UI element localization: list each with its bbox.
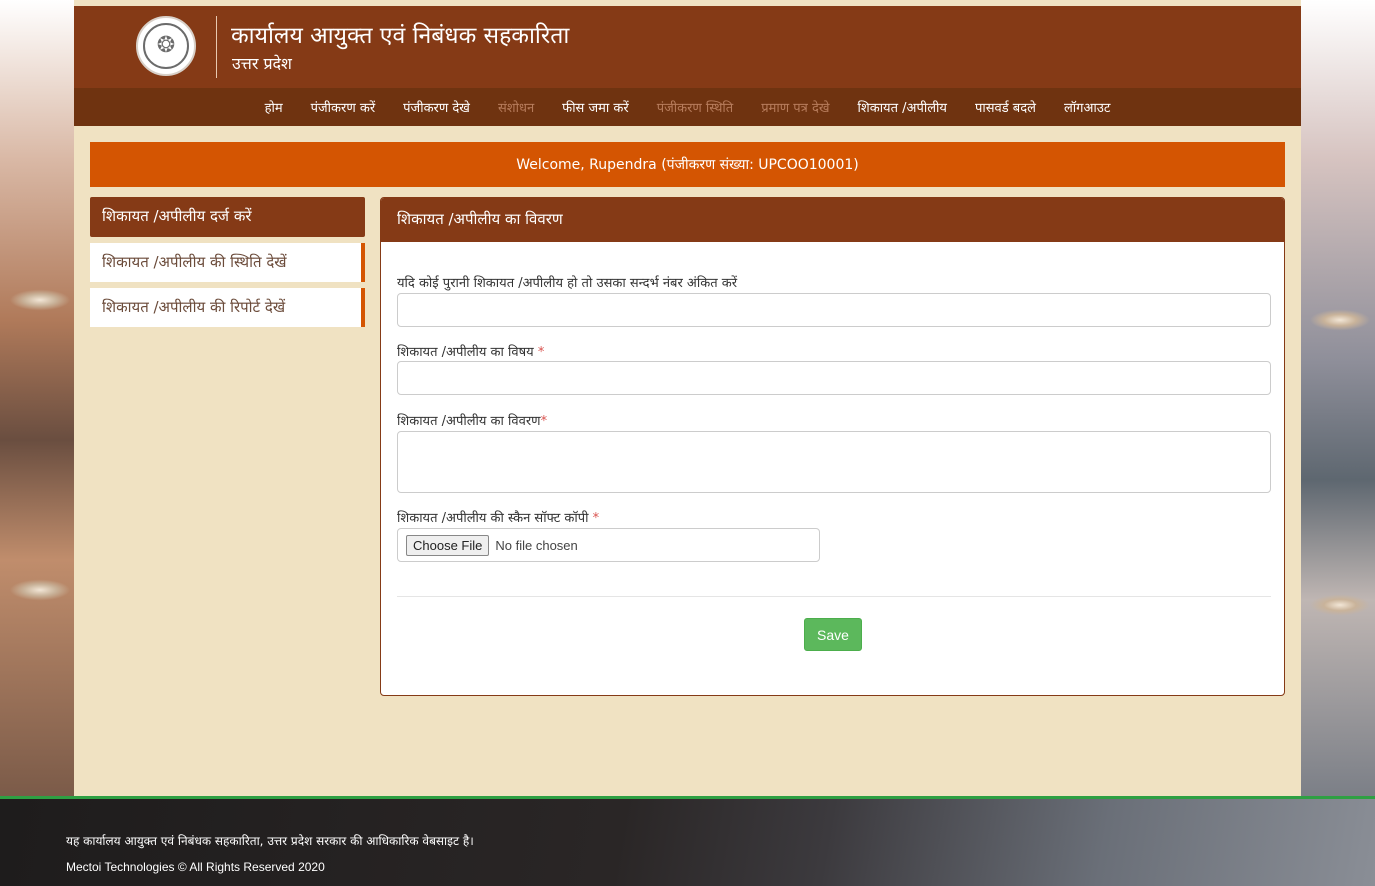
form-divider — [397, 596, 1271, 597]
sidebar-item-file-complaint[interactable]: शिकायत /अपीलीय दर्ज करें — [90, 197, 365, 237]
sidebar: शिकायत /अपीलीय दर्ज करें शिकायत /अपीलीय … — [90, 197, 365, 327]
nav-fee-payment[interactable]: फीस जमा करें — [548, 98, 643, 116]
detail-label: शिकायत /अपीलीय का विवरण* — [397, 411, 547, 429]
nav-view-registration[interactable]: पंजीकरण देखे — [389, 98, 484, 116]
panel-title: शिकायत /अपीलीय का विवरण — [381, 198, 1284, 242]
detail-label-text: शिकायत /अपीलीय का विवरण — [397, 414, 541, 429]
page-container: ❂ कार्यालय आयुक्त एवं निबंधक सहकारिता उत… — [74, 0, 1301, 799]
sidebar-item-complaint-report[interactable]: शिकायत /अपीलीय की रिपोर्ट देखें — [90, 288, 365, 327]
nav-change-password[interactable]: पासवर्ड बदले — [961, 98, 1050, 116]
reference-number-label: यदि कोई पुरानी शिकायत /अपीलीय हो तो उसका… — [397, 276, 738, 291]
site-header: ❂ कार्यालय आयुक्त एवं निबंधक सहकारिता उत… — [74, 6, 1301, 88]
nav-register[interactable]: पंजीकरण करें — [297, 98, 390, 116]
background-left — [0, 0, 80, 800]
file-upload-field: Choose File No file chosen — [397, 528, 820, 562]
header-divider — [216, 16, 217, 78]
background-right — [1300, 0, 1375, 800]
required-marker: * — [592, 511, 600, 526]
nav-view-certificate[interactable]: प्रमाण पत्र देखे — [747, 98, 843, 116]
subject-label-text: शिकायत /अपीलीय का विषय — [397, 345, 538, 360]
choose-file-button[interactable]: Choose File — [406, 534, 490, 556]
sidebar-item-complaint-status[interactable]: शिकायत /अपीलीय की स्थिति देखें — [90, 243, 365, 282]
required-marker: * — [537, 345, 545, 360]
footer-disclaimer: यह कार्यालय आयुक्त एवं निबंधक सहकारिता, … — [66, 834, 474, 848]
file-upload-label-text: शिकायत /अपीलीय की स्कैन सॉफ्ट कॉपी — [397, 511, 593, 526]
complaint-form-panel: शिकायत /अपीलीय का विवरण यदि कोई पुरानी श… — [380, 197, 1285, 696]
site-footer: यह कार्यालय आयुक्त एवं निबंधक सहकारिता, … — [0, 796, 1375, 886]
nav-amendment[interactable]: संशोधन — [484, 98, 548, 116]
save-button[interactable]: Save — [804, 618, 862, 651]
file-upload-label: शिकायत /अपीलीय की स्कैन सॉफ्ट कॉपी * — [397, 508, 599, 526]
government-emblem-logo: ❂ — [136, 16, 196, 76]
subject-label: शिकायत /अपीलीय का विषय * — [397, 342, 544, 360]
emblem-icon: ❂ — [143, 23, 189, 69]
welcome-banner: Welcome, Rupendra (पंजीकरण संख्या: UPCOO… — [90, 142, 1285, 187]
nav-logout[interactable]: लॉगआउट — [1050, 98, 1124, 116]
reference-number-input[interactable] — [397, 293, 1271, 327]
nav-registration-status[interactable]: पंजीकरण स्थिति — [643, 98, 747, 116]
subject-input[interactable] — [397, 361, 1271, 395]
nav-home[interactable]: होम — [251, 98, 297, 116]
file-status-text: No file chosen — [495, 537, 578, 553]
site-subtitle: उत्तर प्रदेश — [232, 54, 292, 73]
required-marker: * — [540, 414, 548, 429]
footer-copyright: Mectoi Technologies © All Rights Reserve… — [66, 860, 325, 874]
main-nav: होम पंजीकरण करें पंजीकरण देखे संशोधन फीस… — [74, 88, 1301, 126]
site-title: कार्यालय आयुक्त एवं निबंधक सहकारिता — [231, 23, 570, 49]
nav-complaint-appeal[interactable]: शिकायत /अपीलीय — [844, 98, 961, 116]
detail-textarea[interactable] — [397, 431, 1271, 493]
